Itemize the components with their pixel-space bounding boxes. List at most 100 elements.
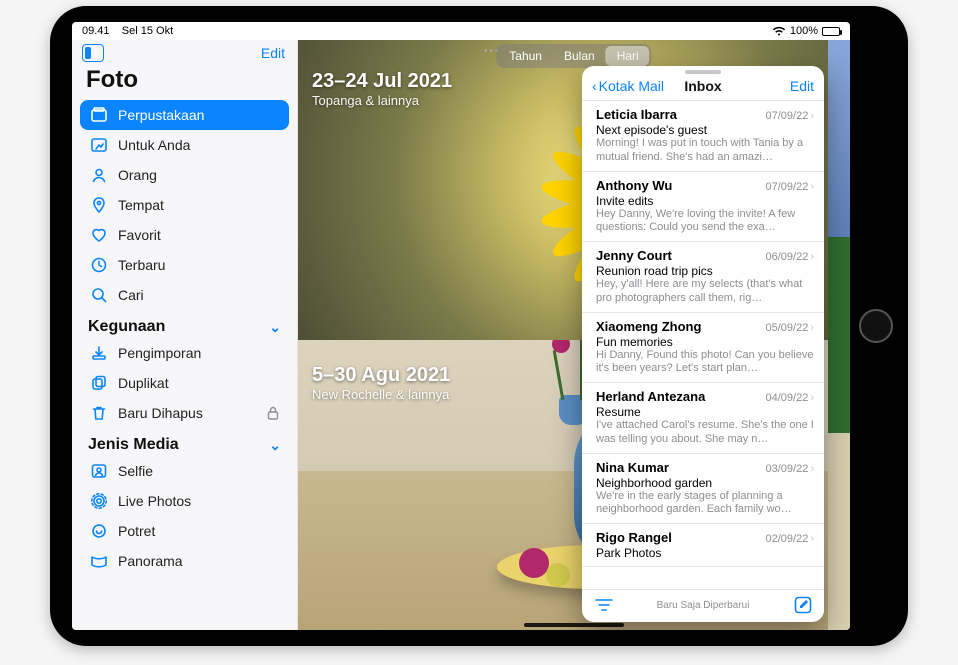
wifi-icon bbox=[772, 26, 786, 36]
ipad-frame: 09.41 Sel 15 Okt 100% Edi bbox=[50, 6, 908, 646]
section-media-label: Jenis Media bbox=[88, 436, 179, 454]
mail-slideover: ‹ Kotak Mail Inbox Edit Leticia Ibarra07… bbox=[582, 66, 824, 622]
chevron-down-icon: ⌄ bbox=[269, 437, 281, 454]
mail-row[interactable]: Leticia Ibarra07/09/22 ›Next episode's g… bbox=[582, 101, 824, 172]
photos-main: ••• Tahun Bulan Hari 23–24 Jul 2021 Topa… bbox=[298, 40, 850, 630]
sidebar-item-portrait[interactable]: Potret bbox=[80, 516, 289, 546]
sidebar-item-label: Perpustakaan bbox=[118, 107, 204, 123]
mail-subject: Reunion road trip pics bbox=[596, 264, 814, 278]
chevron-right-icon: › bbox=[810, 322, 814, 334]
portrait-icon bbox=[90, 522, 108, 540]
trash-icon bbox=[90, 404, 108, 422]
filter-icon[interactable] bbox=[594, 597, 614, 613]
mail-subject: Park Photos bbox=[596, 546, 814, 560]
mail-date: 05/09/22 › bbox=[766, 322, 815, 334]
section-utilities-label: Kegunaan bbox=[88, 318, 165, 336]
photo-card-1-title: 23–24 Jul 2021 bbox=[312, 70, 452, 93]
duplicate-icon bbox=[90, 374, 108, 392]
sidebar-item-clock[interactable]: Terbaru bbox=[80, 250, 289, 280]
compose-icon[interactable] bbox=[794, 596, 812, 614]
mail-date: 04/09/22 › bbox=[766, 392, 815, 404]
mail-date: 07/09/22 › bbox=[766, 181, 815, 193]
mail-sender: Rigo Rangel bbox=[596, 530, 672, 545]
mail-list[interactable]: Leticia Ibarra07/09/22 ›Next episode's g… bbox=[582, 101, 824, 589]
seg-month[interactable]: Bulan bbox=[553, 46, 606, 66]
chevron-right-icon: › bbox=[810, 463, 814, 475]
sidebar-item-live[interactable]: Live Photos bbox=[80, 486, 289, 516]
home-indicator[interactable] bbox=[524, 623, 624, 627]
mail-subject: Fun memories bbox=[596, 335, 814, 349]
photo-side-strip[interactable] bbox=[828, 40, 850, 630]
sidebar-item-trash[interactable]: Baru Dihapus bbox=[80, 398, 289, 428]
mail-preview: Hey Danny, We're loving the invite! A fe… bbox=[596, 208, 814, 236]
mail-footer-status: Baru Saja Diperbarui bbox=[657, 600, 750, 611]
heart-icon bbox=[90, 226, 108, 244]
mail-edit-button[interactable]: Edit bbox=[790, 78, 814, 94]
status-bar: 09.41 Sel 15 Okt 100% bbox=[72, 22, 850, 40]
mail-row[interactable]: Herland Antezana 04/09/22 ›ResumeI've att… bbox=[582, 383, 824, 454]
chevron-right-icon: › bbox=[810, 392, 814, 404]
sidebar-item-foryou[interactable]: Untuk Anda bbox=[80, 130, 289, 160]
mail-subject: Resume bbox=[596, 405, 814, 419]
mail-row[interactable]: Nina Kumar03/09/22 ›Neighborhood gardenW… bbox=[582, 454, 824, 525]
mail-date: 03/09/22 › bbox=[766, 463, 815, 475]
sidebar-item-label: Potret bbox=[118, 523, 155, 539]
sidebar-item-people[interactable]: Orang bbox=[80, 160, 289, 190]
mail-row[interactable]: Jenny Court06/09/22 ›Reunion road trip p… bbox=[582, 242, 824, 313]
mail-sender: Xiaomeng Zhong bbox=[596, 319, 701, 334]
seg-day[interactable]: Hari bbox=[606, 46, 650, 66]
sidebar-edit-button[interactable]: Edit bbox=[261, 45, 285, 61]
battery-icon bbox=[822, 27, 840, 36]
mail-preview: Hey, y'all! Here are my selects (that's … bbox=[596, 278, 814, 306]
section-utilities[interactable]: Kegunaan ⌄ bbox=[72, 310, 297, 338]
section-media[interactable]: Jenis Media ⌄ bbox=[72, 428, 297, 456]
sidebar-item-label: Pengimporan bbox=[118, 345, 201, 361]
import-icon bbox=[90, 344, 108, 362]
sidebar-item-label: Orang bbox=[118, 167, 157, 183]
panorama-icon bbox=[90, 552, 108, 570]
sidebar-item-duplicate[interactable]: Duplikat bbox=[80, 368, 289, 398]
sidebar-item-heart[interactable]: Favorit bbox=[80, 220, 289, 250]
library-icon bbox=[90, 106, 108, 124]
mail-row[interactable]: Xiaomeng Zhong 05/09/22 ›Fun memoriesHi D… bbox=[582, 313, 824, 384]
photo-card-2-subtitle: New Rochelle & lainnya bbox=[312, 387, 450, 402]
chevron-right-icon: › bbox=[810, 181, 814, 193]
mail-subject: Neighborhood garden bbox=[596, 476, 814, 490]
status-date: Sel 15 Okt bbox=[122, 25, 173, 37]
search-icon bbox=[90, 286, 108, 304]
lock-icon bbox=[267, 406, 279, 420]
sidebar-item-import[interactable]: Pengimporan bbox=[80, 338, 289, 368]
sidebar-item-label: Duplikat bbox=[118, 375, 169, 391]
sidebar-item-label: Terbaru bbox=[118, 257, 165, 273]
mail-row[interactable]: Rigo Rangel 02/09/22 ›Park Photos bbox=[582, 524, 824, 567]
mail-preview: Hi Danny, Found this photo! Can you beli… bbox=[596, 349, 814, 377]
photo-card-1-subtitle: Topanga & lainnya bbox=[312, 93, 452, 108]
mail-row[interactable]: Anthony Wu07/09/22 ›Invite editsHey Dann… bbox=[582, 172, 824, 243]
mail-back-button[interactable]: ‹ Kotak Mail bbox=[592, 78, 664, 94]
mail-preview: We're in the early stages of planning a … bbox=[596, 490, 814, 518]
sidebar-item-selfie[interactable]: Selfie bbox=[80, 456, 289, 486]
chevron-right-icon: › bbox=[810, 251, 814, 263]
time-segmented-control[interactable]: Tahun Bulan Hari bbox=[496, 44, 651, 68]
live-icon bbox=[90, 492, 108, 510]
slideover-grabber[interactable] bbox=[685, 70, 721, 74]
sidebar-toggle-icon[interactable] bbox=[82, 44, 104, 62]
mail-date: 02/09/22 › bbox=[766, 533, 815, 545]
sidebar-item-places[interactable]: Tempat bbox=[80, 190, 289, 220]
home-button[interactable] bbox=[859, 309, 893, 343]
people-icon bbox=[90, 166, 108, 184]
chevron-right-icon: › bbox=[810, 110, 814, 122]
sidebar-item-panorama[interactable]: Panorama bbox=[80, 546, 289, 576]
sidebar-item-label: Cari bbox=[118, 287, 144, 303]
sidebar-item-label: Live Photos bbox=[118, 493, 191, 509]
seg-year[interactable]: Tahun bbox=[498, 46, 553, 66]
mail-subject: Invite edits bbox=[596, 194, 814, 208]
sidebar-item-library[interactable]: Perpustakaan bbox=[80, 100, 289, 130]
photos-sidebar: Edit Foto PerpustakaanUntuk AndaOrangTem… bbox=[72, 40, 298, 630]
mail-preview: I've attached Carol's resume. She's the … bbox=[596, 419, 814, 447]
mail-sender: Leticia Ibarra bbox=[596, 107, 677, 122]
mail-sender: Herland Antezana bbox=[596, 389, 705, 404]
status-left: 09.41 Sel 15 Okt bbox=[82, 25, 173, 37]
sidebar-item-search[interactable]: Cari bbox=[80, 280, 289, 310]
photo-card-2-title: 5–30 Agu 2021 bbox=[312, 364, 450, 387]
